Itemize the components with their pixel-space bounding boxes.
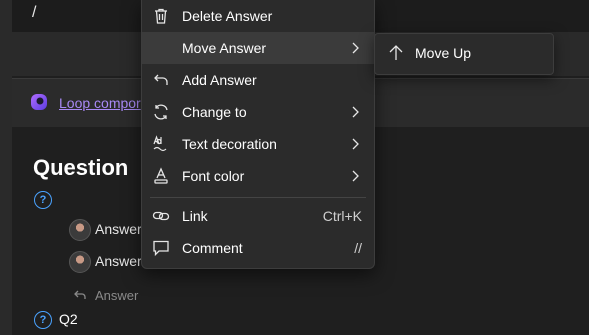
menu-item-delete-answer[interactable]: Delete Answer <box>142 0 374 32</box>
shortcut-text: // <box>354 240 362 256</box>
menu-item-label: Add Answer <box>182 72 257 88</box>
menu-item-label: Text decoration <box>182 136 277 152</box>
reply-icon <box>152 71 170 89</box>
menu-item-text-decoration[interactable]: Text decoration <box>142 128 374 160</box>
shortcut-text: Ctrl+K <box>322 208 362 224</box>
menu-item-comment[interactable]: Comment // <box>142 232 374 264</box>
slash-command-text[interactable]: / <box>32 4 36 22</box>
avatar <box>69 219 91 241</box>
menu-item-label: Font color <box>182 168 245 184</box>
answer-input-placeholder[interactable]: Answer <box>95 288 138 303</box>
loop-component-link[interactable]: Loop compor <box>59 95 141 111</box>
help-icon[interactable]: ? <box>34 311 52 329</box>
help-icon[interactable]: ? <box>34 191 52 209</box>
menu-item-label: Link <box>182 208 208 224</box>
comment-icon <box>152 239 170 257</box>
link-icon <box>152 207 170 225</box>
submenu-item-move-up[interactable]: Move Up <box>415 45 471 61</box>
menu-item-label: Delete Answer <box>182 8 273 24</box>
menu-item-label: Change to <box>182 104 247 120</box>
question-2-title[interactable]: Q2 <box>59 311 78 327</box>
answer-text[interactable]: Answer <box>95 253 142 269</box>
arrow-up-icon <box>387 44 405 62</box>
font-color-icon <box>152 167 170 185</box>
menu-item-add-answer[interactable]: Add Answer <box>142 64 374 96</box>
menu-item-label: Comment <box>182 240 243 256</box>
menu-item-change-to[interactable]: Change to <box>142 96 374 128</box>
chevron-right-icon <box>350 136 360 152</box>
reply-icon <box>73 288 87 302</box>
loop-logo-icon <box>30 93 48 111</box>
refresh-icon <box>152 103 170 121</box>
menu-item-font-color[interactable]: Font color <box>142 160 374 192</box>
avatar <box>69 251 91 273</box>
left-margin <box>0 0 12 335</box>
move-answer-submenu: Move Up <box>374 33 554 75</box>
menu-item-label: Move Answer <box>182 40 267 56</box>
menu-item-move-answer[interactable]: Move Answer <box>142 32 374 64</box>
menu-item-link[interactable]: Link Ctrl+K <box>142 200 374 232</box>
menu-separator <box>150 197 366 198</box>
text-decoration-icon <box>152 135 170 153</box>
chevron-right-icon <box>350 40 360 56</box>
chevron-right-icon <box>350 104 360 120</box>
context-menu: Delete Answer Move Answer Add Answer Cha… <box>141 0 375 269</box>
trash-icon <box>152 7 170 25</box>
question-title[interactable]: Question <box>33 155 128 181</box>
chevron-right-icon <box>350 168 360 184</box>
answer-text[interactable]: Answer <box>95 221 142 237</box>
